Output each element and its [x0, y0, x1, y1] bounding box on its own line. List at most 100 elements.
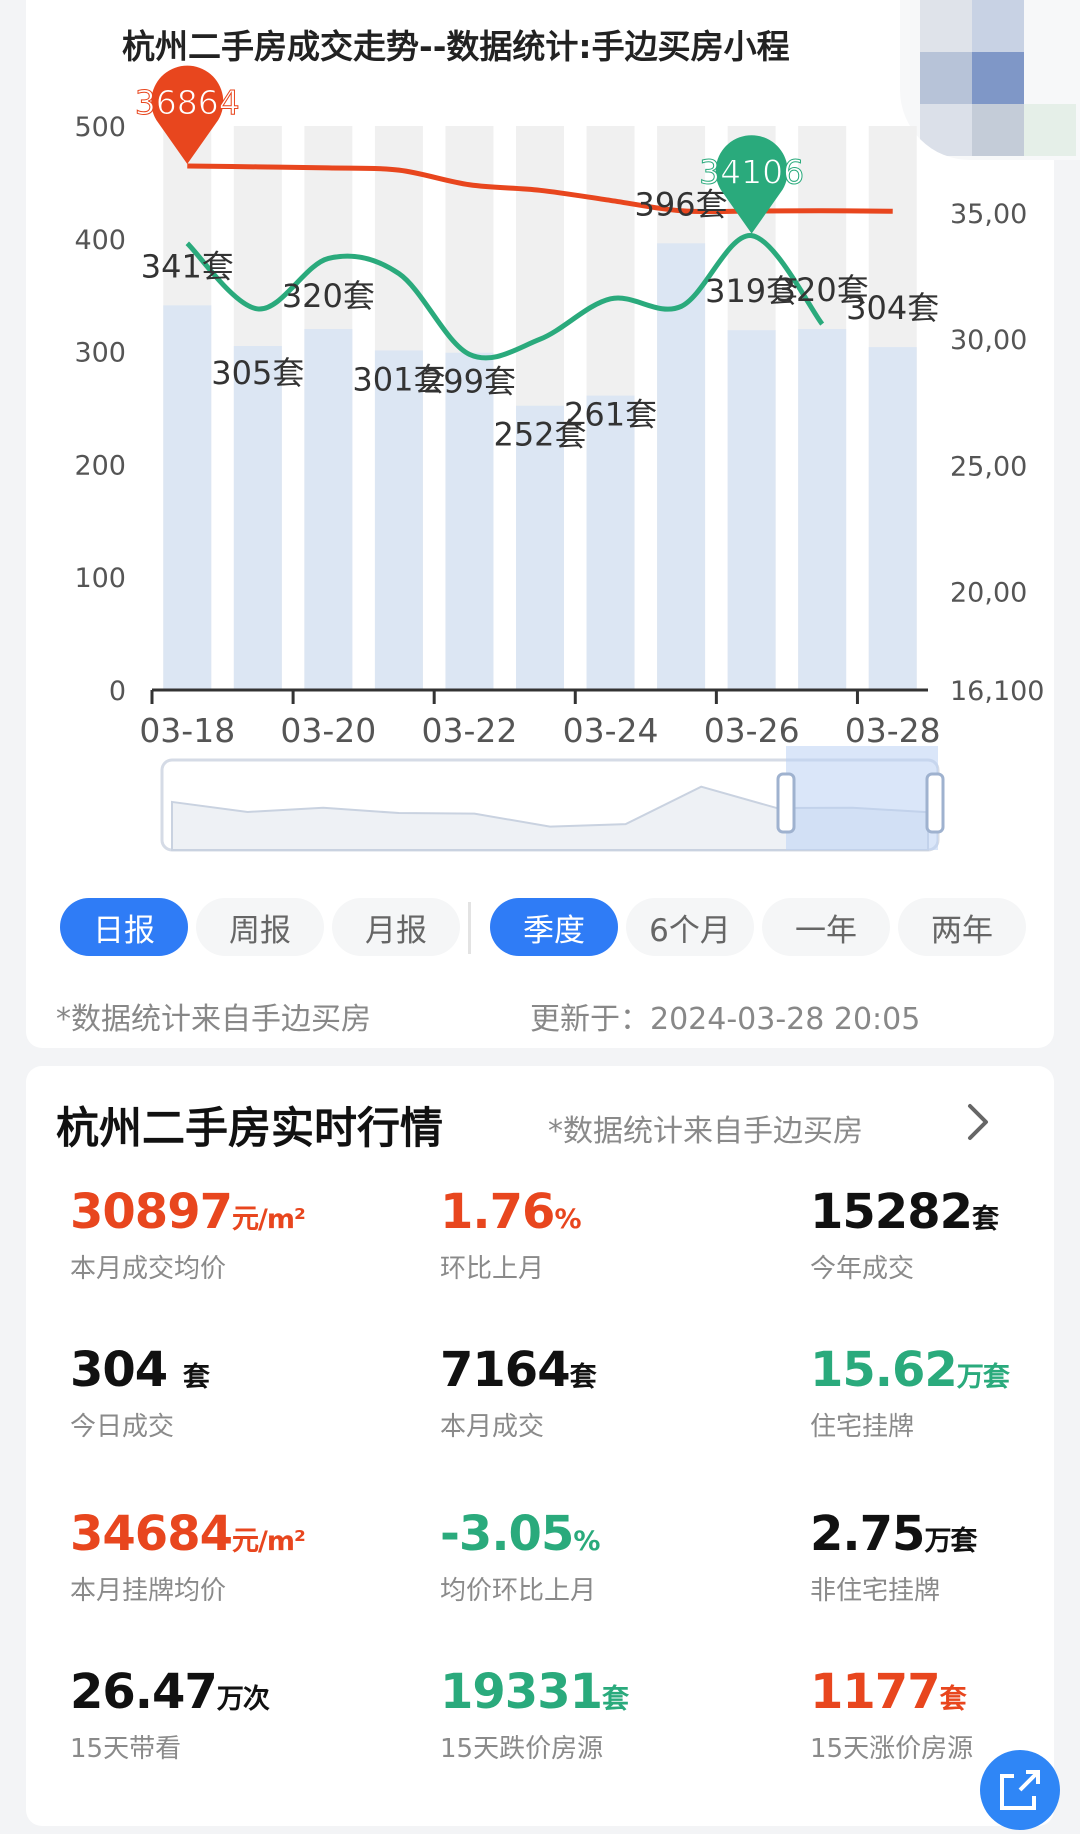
stat-value: 34684元/m² — [70, 1506, 306, 1562]
bar-03-18[interactable] — [163, 305, 212, 690]
stat-label: 15天涨价房源 — [810, 1734, 974, 1764]
stat-label: 15天带看 — [70, 1734, 182, 1764]
bar-value-label: 305套 — [211, 354, 304, 392]
stat-unit: 套 — [182, 1362, 210, 1393]
x-axis-tick-label: 03-20 — [280, 711, 376, 750]
bar-value-label: 304套 — [846, 289, 939, 327]
range-tabs: 日报 周报 月报 季度 6个月 一年 两年 — [0, 898, 1080, 958]
bar-03-28[interactable] — [868, 347, 917, 690]
stat-number: 1177 — [810, 1664, 941, 1720]
tab-1-year[interactable]: 一年 — [762, 898, 890, 956]
bar-value-label: 341套 — [141, 247, 234, 285]
right-axis-tick-label: 20,00 — [950, 578, 1027, 609]
stat-item: 2.75万套非住宅挂牌 — [810, 1506, 977, 1607]
bar-03-20[interactable] — [304, 329, 353, 690]
tab-weekly[interactable]: 周报 — [196, 898, 324, 956]
stat-item: 34684元/m² 本月挂牌均价 — [70, 1506, 306, 1607]
bar-03-22[interactable] — [445, 352, 494, 690]
stat-label: 今年成交 — [810, 1254, 915, 1284]
stat-number: 7164 — [440, 1342, 571, 1398]
stat-value: 2.75万套 — [810, 1506, 977, 1562]
stat-value: 15282套 — [810, 1184, 999, 1240]
share-button[interactable] — [980, 1750, 1060, 1830]
chevron-right-icon[interactable] — [958, 1100, 998, 1144]
trend-chart[interactable]: 0 100 200 300 400 500 16,100 20,00 25,00 30,00 35,… — [0, 0, 1080, 860]
bar-value-label: 320套 — [282, 277, 375, 315]
navigator-handle-left[interactable] — [776, 772, 796, 834]
right-axis-tick-label: 16,100 — [950, 676, 1044, 707]
stat-unit: % — [554, 1204, 581, 1235]
stat-item: 30897元/m² 本月成交均价 — [70, 1184, 306, 1285]
x-axis-tick-label: 03-26 — [704, 711, 800, 750]
stat-item: 1177套 15天涨价房源 — [810, 1664, 973, 1765]
stat-label: 本月成交 — [440, 1412, 545, 1442]
bar-03-26[interactable] — [727, 330, 776, 690]
stat-unit: 万次 — [216, 1684, 270, 1715]
stat-value: -3.05% — [440, 1506, 600, 1562]
stat-value: 30897元/m² — [70, 1184, 306, 1240]
tab-6-months[interactable]: 6个月 — [626, 898, 754, 956]
stat-unit: 套 — [602, 1684, 629, 1715]
stat-number: 19331 — [440, 1664, 603, 1720]
stat-item: 1.76% 环比上月 — [440, 1184, 582, 1285]
stat-label: 15天跌价房源 — [440, 1734, 604, 1764]
stat-unit: 元/m² — [232, 1204, 306, 1235]
stat-item: 15.62万套住宅挂牌 — [810, 1342, 1010, 1443]
stat-number: 34684 — [70, 1506, 233, 1562]
stat-value: 19331套 — [440, 1664, 629, 1720]
stat-label: 住宅挂牌 — [810, 1412, 915, 1442]
stat-unit: 套 — [569, 1362, 597, 1393]
stat-item: 26.47万次 15天带看 — [70, 1664, 270, 1765]
stat-label: 环比上月 — [440, 1254, 545, 1284]
chart-updated-time: 更新于：2024-03-28 20:05 — [530, 1002, 921, 1037]
stat-item: 7164套 本月成交 — [440, 1342, 597, 1443]
stat-number: 15.62 — [810, 1342, 958, 1398]
stat-number: 1.76 — [440, 1184, 555, 1240]
navigator-handle-right[interactable] — [925, 772, 945, 834]
tab-divider — [468, 902, 471, 954]
tab-monthly[interactable]: 月报 — [332, 898, 460, 956]
bar-03-21[interactable] — [374, 350, 423, 690]
stat-item: 15282套今年成交 — [810, 1184, 999, 1285]
stat-unit: 万套 — [924, 1526, 977, 1557]
left-axis-tick-label: 400 — [74, 225, 126, 256]
chart-source-note: *数据统计来自手边买房 — [56, 1002, 371, 1037]
bar-03-19[interactable] — [233, 345, 282, 690]
right-axis-tick-label: 35,00 — [950, 199, 1027, 230]
left-axis-tick-label: 100 — [74, 563, 126, 594]
x-axis-tick-label: 03-18 — [139, 711, 235, 750]
stat-unit: 元/m² — [232, 1526, 306, 1557]
stat-label: 均价环比上月 — [440, 1576, 597, 1606]
bar-value-label: 299套 — [423, 363, 516, 401]
bar-03-24[interactable] — [586, 395, 635, 690]
stat-value: 1.76% — [440, 1184, 582, 1240]
stat-item: 304 套今日成交 — [70, 1342, 210, 1443]
bar-03-27[interactable] — [798, 329, 847, 690]
stat-unit: % — [573, 1526, 600, 1557]
stat-label: 非住宅挂牌 — [810, 1576, 941, 1606]
stat-value: 304 套 — [70, 1342, 210, 1398]
left-axis-tick-label: 300 — [74, 338, 126, 369]
x-axis-tick-label: 03-24 — [563, 711, 659, 750]
left-axis-tick-label: 500 — [74, 112, 126, 143]
navigator-selection[interactable] — [786, 746, 938, 850]
bar-value-label: 261套 — [564, 396, 657, 434]
tab-quarter[interactable]: 季度 — [490, 898, 618, 956]
marker-label: 36864 — [135, 83, 240, 122]
right-axis-tick-label: 25,00 — [950, 451, 1027, 482]
tab-2-years[interactable]: 两年 — [898, 898, 1026, 956]
stat-number: 26.47 — [70, 1664, 218, 1720]
market-source-note: *数据统计来自手边买房 — [548, 1114, 863, 1149]
stat-value: 26.47万次 — [70, 1664, 270, 1720]
stat-item: -3.05% 均价环比上月 — [440, 1506, 600, 1607]
stat-label: 本月挂牌均价 — [70, 1576, 227, 1606]
stat-value: 15.62万套 — [810, 1342, 1010, 1398]
stat-item: 19331套 15天跌价房源 — [440, 1664, 629, 1765]
tab-daily[interactable]: 日报 — [60, 898, 188, 956]
stat-label: 今日成交 — [70, 1412, 175, 1442]
stat-number: 2.75 — [810, 1506, 925, 1562]
stat-number: 30897 — [70, 1184, 233, 1240]
share-external-icon — [1000, 1770, 1040, 1810]
stat-unit: 套 — [939, 1684, 967, 1715]
stat-value: 1177套 — [810, 1664, 973, 1720]
